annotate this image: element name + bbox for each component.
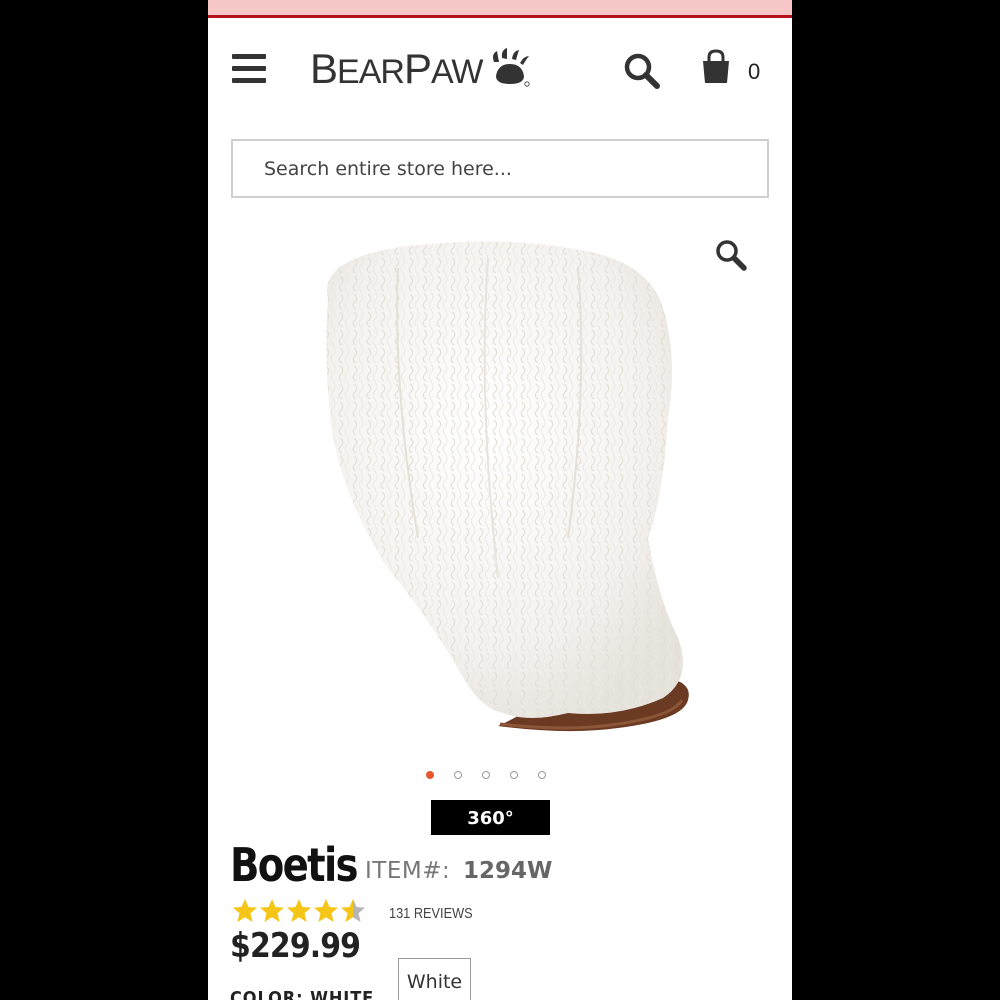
hamburger-line — [232, 78, 266, 83]
view-360-button[interactable]: 360° — [431, 800, 550, 835]
brand-name: BEARPAW — [310, 45, 483, 92]
gallery-dot[interactable] — [510, 771, 518, 779]
search-input[interactable] — [231, 139, 769, 198]
item-number: 1294W — [463, 858, 553, 884]
paw-icon — [493, 48, 531, 87]
site-header: BEARPAW 0 — [208, 21, 792, 121]
color-label: COLOR: WHITE — [230, 988, 375, 1000]
star-icon — [233, 899, 257, 922]
cart-count: 0 — [748, 59, 761, 84]
search-icon — [624, 53, 660, 89]
gallery-dot[interactable] — [482, 771, 490, 779]
mobile-viewport: BEARPAW 0 Search entire store here... 36… — [208, 0, 792, 1000]
product-price: $229.99 — [230, 926, 361, 966]
gallery-dot[interactable] — [454, 771, 462, 779]
search-button[interactable] — [622, 51, 662, 91]
promo-banner[interactable] — [208, 0, 792, 18]
color-option-white[interactable]: White — [398, 958, 471, 1000]
hamburger-menu-icon — [232, 54, 266, 59]
rating-stars — [232, 898, 366, 924]
star-icon — [287, 899, 311, 922]
shopping-bag-icon — [703, 49, 729, 83]
reviews-link[interactable]: 131 REVIEWS — [389, 905, 473, 922]
product-title: Boetis — [230, 838, 359, 892]
star-icon — [314, 899, 338, 922]
hamburger-line — [232, 66, 266, 71]
brand-logo[interactable]: BEARPAW — [310, 41, 532, 97]
cart-button[interactable]: 0 — [700, 49, 770, 91]
gallery-pagination — [426, 770, 546, 780]
menu-button[interactable] — [232, 54, 266, 84]
star-icon — [341, 899, 365, 922]
gallery-dot[interactable] — [426, 771, 434, 779]
item-number-label: ITEM#: — [365, 858, 451, 884]
product-image[interactable] — [268, 238, 738, 758]
gallery-dot[interactable] — [538, 771, 546, 779]
star-icon — [260, 899, 284, 922]
